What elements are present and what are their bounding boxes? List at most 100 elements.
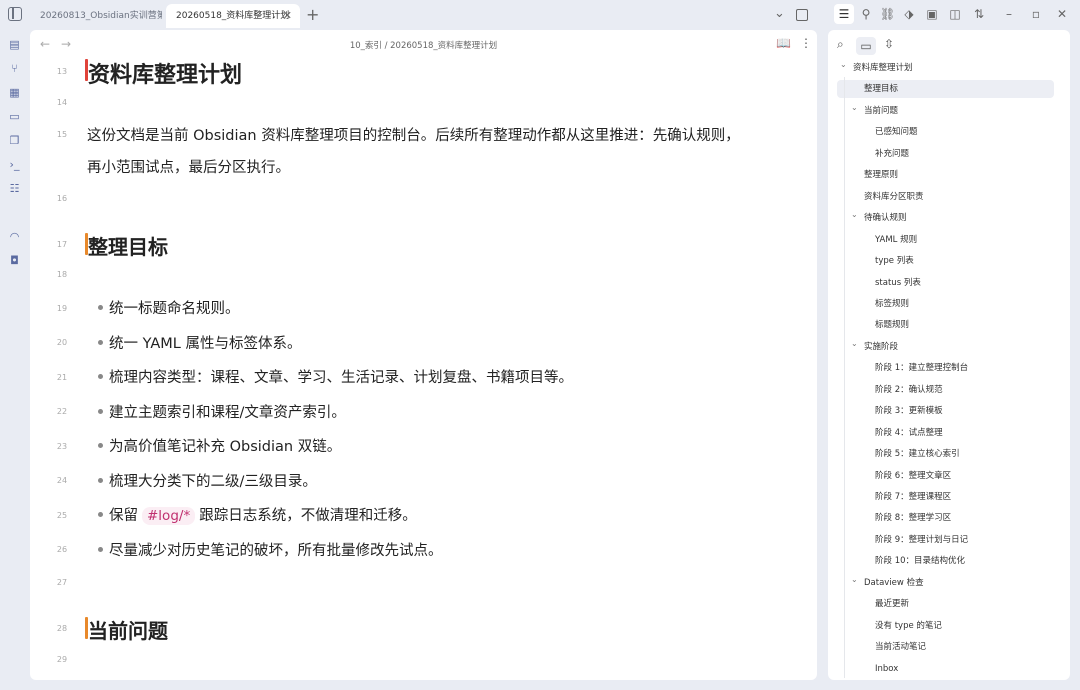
line-number: 27: [56, 578, 68, 587]
editor-pane: ← → 10_索引 / 20260518_资料库整理计划 📖 ⋮ 13 资料库整…: [30, 30, 817, 680]
wifi-icon[interactable]: ◠: [8, 230, 21, 243]
minimize-icon[interactable]: –: [1002, 7, 1016, 21]
outline-item[interactable]: 阶段 1：建立整理控制台: [875, 359, 968, 377]
goal-item[interactable]: 统一 YAML 属性与标签体系。: [109, 332, 301, 353]
bullet-dot: [98, 374, 103, 379]
outline-item[interactable]: Dataview 检查: [864, 574, 924, 592]
chevron-down-icon[interactable]: ⌄: [774, 6, 785, 21]
outline-item[interactable]: 当前活动笔记: [875, 638, 926, 656]
left-ribbon: ▤ ⑂ ▦ ▭ ❐ ›_ ☷ ◠ ◘: [0, 30, 28, 690]
outline-item[interactable]: 实施阶段: [864, 338, 898, 356]
bullet-dot: [98, 547, 103, 552]
bot-icon[interactable]: ◫: [948, 7, 962, 21]
copy-icon[interactable]: ❐: [8, 134, 21, 147]
chevron-down-icon[interactable]: ⌄: [851, 210, 858, 219]
line-number: 16: [56, 194, 68, 203]
chevron-down-icon[interactable]: ⌄: [840, 60, 847, 69]
bullet-dot: [98, 512, 103, 517]
outline-item[interactable]: type 列表: [875, 252, 914, 270]
chevron-down-icon[interactable]: ⌄: [851, 575, 858, 584]
line-number: 21: [56, 373, 68, 382]
tab-active-note[interactable]: 20260518_资料库整理计划 ✕: [166, 4, 300, 28]
outline-item[interactable]: 已感知问题: [875, 123, 918, 141]
outline-item[interactable]: 阶段 10：目录结构优化: [875, 552, 965, 570]
indent-guide: [844, 77, 845, 678]
heading-issues[interactable]: 当前问题: [88, 615, 168, 644]
list-icon[interactable]: ☷: [8, 182, 21, 195]
outline-item[interactable]: 没有 type 的笔记: [875, 617, 942, 635]
outline-item[interactable]: 最近更新: [875, 595, 909, 613]
close-window-icon[interactable]: ✕: [1055, 7, 1069, 21]
grid-icon[interactable]: ▦: [8, 86, 21, 99]
outline-item[interactable]: 资料库分区职责: [864, 188, 924, 206]
outline-item[interactable]: 整理目标: [837, 80, 1054, 99]
page-title[interactable]: 资料库整理计划: [88, 57, 242, 89]
outline-item-root[interactable]: 资料库整理计划: [853, 59, 913, 77]
outline-item[interactable]: 阶段 6：整理文章区: [875, 467, 951, 485]
sort-icon[interactable]: ⇅: [972, 7, 986, 21]
outline-item[interactable]: 阶段 3：更新模板: [875, 402, 943, 420]
close-icon[interactable]: ✕: [283, 4, 292, 28]
line-number: 29: [56, 655, 68, 664]
graph-icon[interactable]: ⑂: [8, 62, 21, 75]
calendar-icon[interactable]: ▭: [8, 110, 21, 123]
outline-item[interactable]: 阶段 4：试点整理: [875, 424, 943, 442]
chevron-down-icon[interactable]: ⌄: [851, 103, 858, 112]
search-icon[interactable]: ⌕: [837, 37, 844, 52]
outline-item[interactable]: 当前问题: [864, 102, 898, 120]
outline-tab-icon[interactable]: ☰: [834, 4, 854, 24]
links-icon[interactable]: ⚲: [859, 7, 873, 21]
goal-item[interactable]: 为高价值笔记补充 Obsidian 双链。: [109, 435, 341, 456]
outline-item[interactable]: Inbox: [875, 660, 898, 678]
more-options-icon[interactable]: ⋮: [800, 36, 812, 50]
goal-item-prefix: 保留: [109, 508, 138, 524]
outline-item[interactable]: 整理原则: [864, 166, 898, 184]
outline-item[interactable]: 待确认规则: [864, 209, 907, 227]
outline-item[interactable]: 阶段 2：确认规范: [875, 381, 943, 399]
file-icon[interactable]: ▤: [8, 38, 21, 51]
line-number: 24: [56, 476, 68, 485]
goal-item[interactable]: 梳理内容类型：课程、文章、学习、生活记录、计划复盘、书籍项目等。: [109, 366, 573, 387]
link-icon[interactable]: ⛓: [880, 7, 895, 21]
heading-goals[interactable]: 整理目标: [88, 231, 168, 260]
right-sidebar-toggle-icon[interactable]: [796, 9, 808, 21]
breadcrumb[interactable]: 10_索引 / 20260518_资料库整理计划: [30, 39, 817, 51]
chevron-down-icon[interactable]: ⌄: [851, 339, 858, 348]
outline-item[interactable]: 阶段 9：整理计划与日记: [875, 531, 968, 549]
bullet-dot: [98, 443, 103, 448]
tab-label: 20260518_资料库整理计划: [176, 11, 290, 21]
reading-view-icon[interactable]: 📖: [776, 36, 791, 50]
line-number: 23: [56, 442, 68, 451]
tag-log[interactable]: #log/*: [142, 507, 196, 525]
archive-icon[interactable]: ▣: [925, 7, 939, 21]
outline-view-icon[interactable]: ▭: [856, 37, 876, 55]
tab-obsidian-camp[interactable]: 20260813_Obsidian实训营第…: [30, 4, 162, 28]
outline-item[interactable]: status 列表: [875, 274, 921, 292]
outline-item[interactable]: 阶段 5：建立核心索引: [875, 445, 960, 463]
bullet-dot: [98, 305, 103, 310]
sidebar-toggle-icon[interactable]: [8, 7, 22, 21]
goal-item[interactable]: 统一标题命名规则。: [109, 297, 240, 318]
goal-item-log[interactable]: 保留 #log/* 跟踪日志系统，不做清理和迁移。: [109, 504, 417, 525]
goal-item[interactable]: 尽量减少对历史笔记的破坏，所有批量修改先试点。: [109, 539, 443, 560]
goal-item[interactable]: 梳理大分类下的二级/三级目录。: [109, 470, 317, 491]
line-number: 18: [56, 270, 68, 279]
outline-item[interactable]: 阶段 8：整理学习区: [875, 509, 951, 527]
intro-paragraph-line2[interactable]: 再小范围试点，最后分区执行。: [87, 156, 290, 177]
outline-item[interactable]: 标题规则: [875, 316, 909, 334]
outline-item[interactable]: 阶段 7：整理课程区: [875, 488, 951, 506]
outline-item[interactable]: 标签规则: [875, 295, 909, 313]
outline-item[interactable]: 补充问题: [875, 145, 909, 163]
intro-paragraph-line1[interactable]: 这份文档是当前 Obsidian 资料库整理项目的控制台。后续所有整理动作都从这…: [87, 124, 740, 145]
bullet-dot: [98, 478, 103, 483]
robot-icon[interactable]: ◘: [8, 254, 21, 267]
new-tab-plus-icon[interactable]: +: [306, 5, 319, 24]
outline-item[interactable]: YAML 规则: [875, 231, 917, 249]
goal-item[interactable]: 建立主题索引和课程/文章资产索引。: [109, 401, 346, 422]
line-number: 20: [56, 338, 68, 347]
maximize-icon[interactable]: ▫: [1029, 7, 1043, 21]
terminal-icon[interactable]: ›_: [8, 158, 21, 171]
right-sidebar-toolbar: ☰ ⚲ ⛓ ⬗ ▣ ◫ ⇅ – ▫ ✕: [826, 0, 1080, 30]
tag-icon[interactable]: ⬗: [902, 7, 916, 21]
collapse-all-icon[interactable]: ⇳: [884, 37, 894, 51]
